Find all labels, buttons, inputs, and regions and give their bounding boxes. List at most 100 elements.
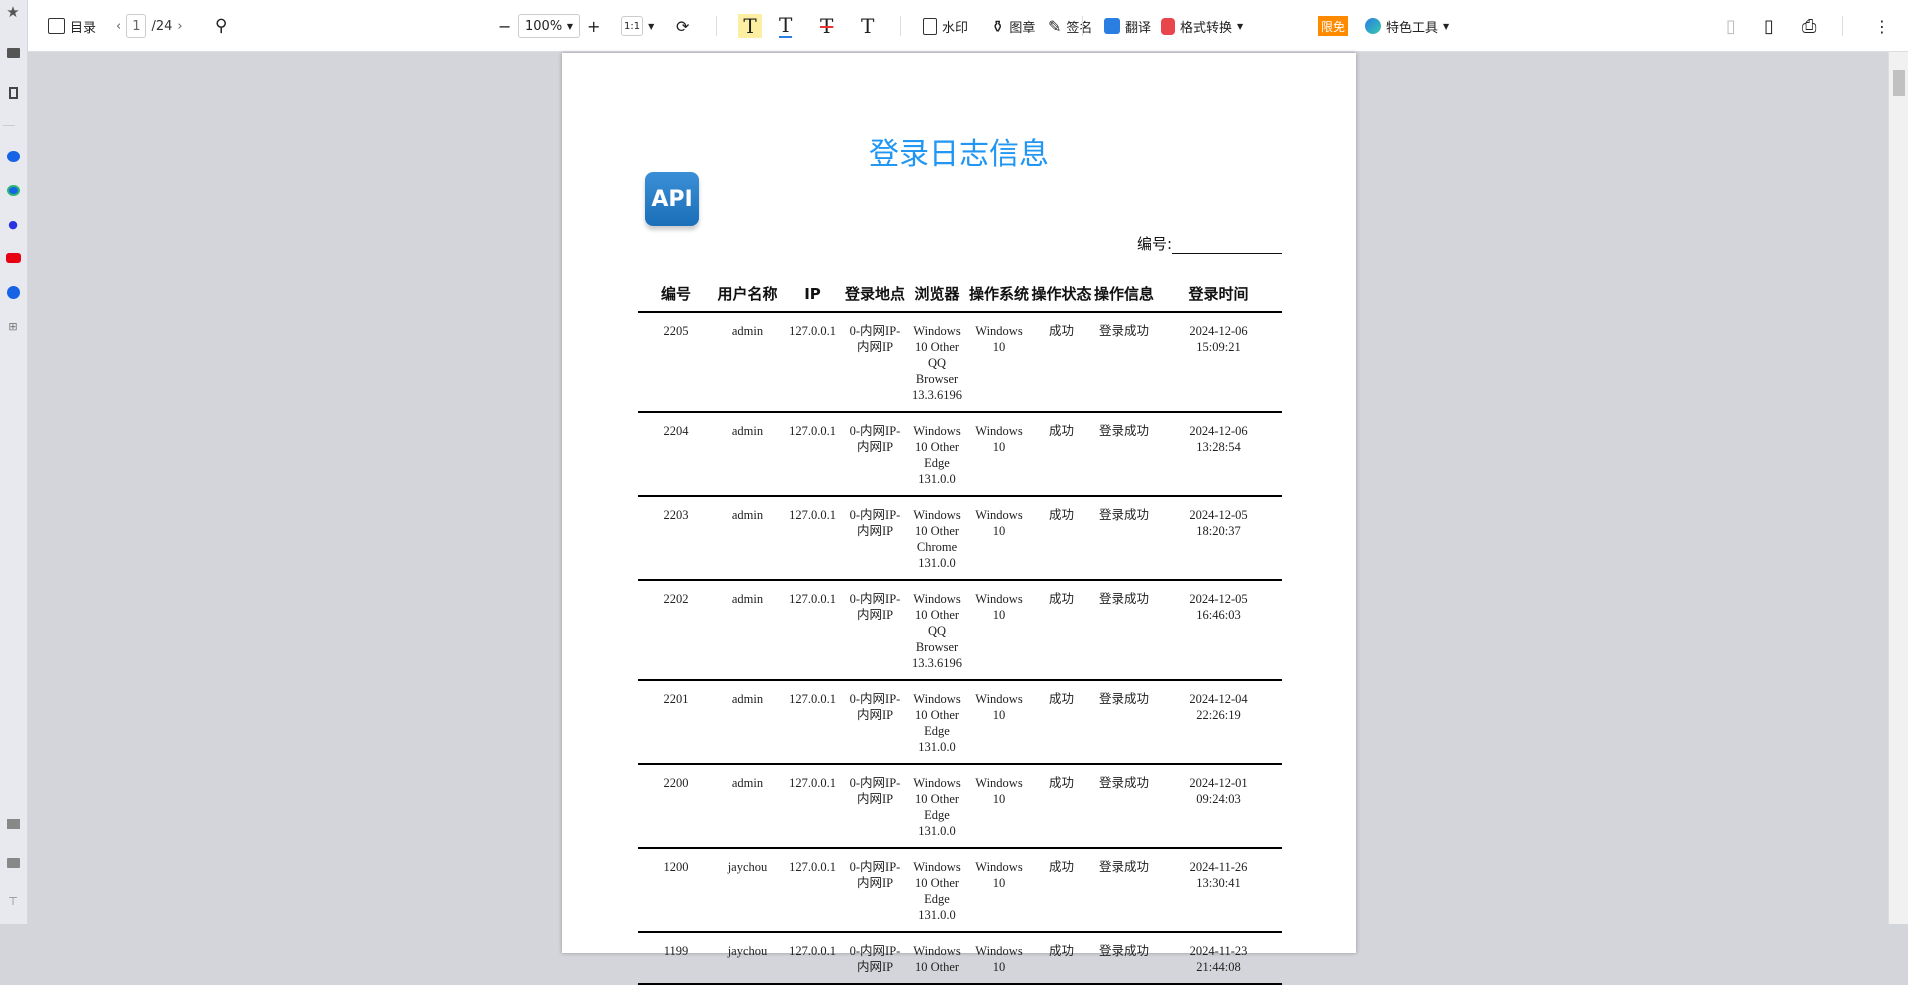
left-sidebar: ★ ● ⊞ ⊤ <box>0 0 28 924</box>
table-row: 2202 admin 127.0.0.1 0-内网IP-内网IP Windows 10 … <box>638 580 1282 681</box>
table-cell: 0-内网IP-内网IP <box>844 848 906 933</box>
table-cell: admin <box>714 764 781 849</box>
table-cell: 2024-12-04 22:26:19 <box>1155 680 1282 765</box>
table-cell: 0-内网IP-内网IP <box>844 496 906 581</box>
table-cell: Windows 10 <box>968 764 1030 849</box>
rotate-icon[interactable]: ⟳ <box>676 14 689 38</box>
table-cell: 127.0.0.1 <box>781 848 844 933</box>
table-cell: 成功 <box>1030 932 1093 985</box>
convert-icon <box>1161 17 1175 35</box>
table-cell: 127.0.0.1 <box>781 764 844 849</box>
table-cell: 2024-12-06 13:28:54 <box>1155 412 1282 497</box>
search-icon[interactable]: ⚲ <box>215 14 227 38</box>
stamp-label: 图章 <box>1009 20 1036 36</box>
toc-button[interactable]: 目录 <box>48 14 96 38</box>
table-cell: Windows 10 <box>968 848 1030 933</box>
column-header: 操作系统 <box>968 285 1030 313</box>
zoom-select[interactable]: 100% ▼ <box>518 14 580 38</box>
table-cell: 2024-12-05 16:46:03 <box>1155 580 1282 681</box>
table-cell: 成功 <box>1030 764 1093 849</box>
page-input[interactable]: 1 <box>126 14 147 38</box>
table-cell: 2024-12-06 15:09:21 <box>1155 312 1282 413</box>
table-cell: Windows 10 <box>968 680 1030 765</box>
column-header: 操作信息 <box>1093 285 1155 313</box>
zoom-in-button[interactable]: + <box>587 14 600 38</box>
table-cell: 0-内网IP-内网IP <box>844 312 906 413</box>
column-header: 编号 <box>638 285 714 313</box>
watermark-button[interactable]: 水印 <box>923 14 968 38</box>
table-cell: 登录成功 <box>1093 580 1155 681</box>
strikethrough-text-icon[interactable]: T <box>820 14 833 38</box>
table-cell: 127.0.0.1 <box>781 496 844 581</box>
table-cell: Windows 10 Other Edge 131.0.0 <box>906 848 968 933</box>
sidebar-toggle-icon <box>48 18 65 34</box>
table-cell: jaychou <box>714 932 781 985</box>
table-cell: 登录成功 <box>1093 680 1155 765</box>
scrollbar-thumb[interactable] <box>1893 70 1905 96</box>
table-row: 2205 admin 127.0.0.1 0-内网IP-内网IP Windows 10 … <box>638 312 1282 413</box>
table-cell: 127.0.0.1 <box>781 932 844 985</box>
chevron-down-icon: ▼ <box>1237 21 1244 31</box>
eye-app-icon[interactable] <box>4 182 22 198</box>
highlight-text-icon[interactable]: T <box>738 14 762 38</box>
folder-icon[interactable] <box>4 45 22 61</box>
prev-page-icon[interactable]: ‹ <box>116 19 121 34</box>
save-as-icon[interactable]: ▯ <box>1764 14 1774 38</box>
table-cell: Windows 10 Other QQ Browser 13.3.6196 <box>906 312 968 413</box>
translate-label: 翻译 <box>1125 20 1152 36</box>
add-app-icon[interactable]: ⊞ <box>4 318 22 334</box>
table-cell: Windows 10 Other Edge 131.0.0 <box>906 412 968 497</box>
zoom-out-button[interactable]: − <box>498 14 511 38</box>
fit-button[interactable]: 1:1 ▼ <box>621 14 654 38</box>
print-icon[interactable]: ⎙ <box>1802 14 1816 38</box>
table-cell: 127.0.0.1 <box>781 312 844 413</box>
table-cell: 2024-12-05 18:20:37 <box>1155 496 1282 581</box>
table-cell: Windows 10 Other Edge 131.0.0 <box>906 680 968 765</box>
table-cell: 0-内网IP-内网IP <box>844 412 906 497</box>
table-row: 1200 jaychou 127.0.0.1 0-内网IP-内网IP Windows 1… <box>638 848 1282 933</box>
api-logo: API <box>645 172 699 226</box>
sign-label: 签名 <box>1066 20 1093 36</box>
table-cell: 2024-11-23 21:44:08 <box>1155 932 1282 985</box>
clock-app-icon[interactable] <box>4 284 22 300</box>
vertical-scrollbar[interactable] <box>1888 52 1908 924</box>
stamp-button[interactable]: ⚱ 图章 <box>991 14 1035 38</box>
table-cell: 成功 <box>1030 312 1093 413</box>
zoom-value: 100% <box>525 18 563 34</box>
table-row: 2200 admin 127.0.0.1 0-内网IP-内网IP Windows 10 … <box>638 764 1282 849</box>
table-cell: Windows 10 <box>968 412 1030 497</box>
folder-bottom-icon[interactable] <box>4 816 22 832</box>
star-icon[interactable]: ★ <box>4 3 22 21</box>
tablet-icon[interactable] <box>4 85 22 101</box>
baidu-paw-icon[interactable]: ● <box>4 216 22 232</box>
table-cell: 1200 <box>638 848 714 933</box>
underline-text-icon[interactable]: T <box>779 13 793 38</box>
table-cell: Windows 10 <box>968 580 1030 681</box>
table-cell: 登录成功 <box>1093 496 1155 581</box>
column-header: 登录地点 <box>844 285 906 313</box>
briefcase-icon[interactable] <box>4 855 22 871</box>
free-badge: 限免 <box>1318 16 1349 36</box>
chat-app-icon[interactable] <box>4 148 22 164</box>
table-cell: 0-内网IP-内网IP <box>844 680 906 765</box>
table-cell: Windows 10 Other Edge 131.0.0 <box>906 764 968 849</box>
news-app-icon[interactable] <box>4 250 22 266</box>
table-cell: admin <box>714 680 781 765</box>
sign-button[interactable]: ✎ 签名 <box>1048 14 1092 38</box>
next-page-icon[interactable]: › <box>177 19 182 34</box>
watermark-icon <box>923 17 937 35</box>
translate-button[interactable]: 翻译 <box>1104 14 1151 38</box>
table-cell: 1199 <box>638 932 714 985</box>
table-cell: 成功 <box>1030 496 1093 581</box>
table-cell: admin <box>714 312 781 413</box>
chevron-down-icon: ▼ <box>566 21 573 31</box>
convert-button[interactable]: 格式转换 ▼ <box>1161 14 1243 38</box>
text-icon[interactable]: T <box>861 14 874 38</box>
more-icon[interactable]: ⋮ <box>1874 14 1890 38</box>
table-cell: 127.0.0.1 <box>781 680 844 765</box>
number-blank <box>1172 240 1282 254</box>
pin-icon[interactable]: ⊤ <box>4 893 22 909</box>
table-cell: 成功 <box>1030 580 1093 681</box>
save-icon[interactable]: ▯ <box>1726 14 1736 38</box>
special-tools-button[interactable]: 特色工具 ▼ <box>1365 14 1449 38</box>
